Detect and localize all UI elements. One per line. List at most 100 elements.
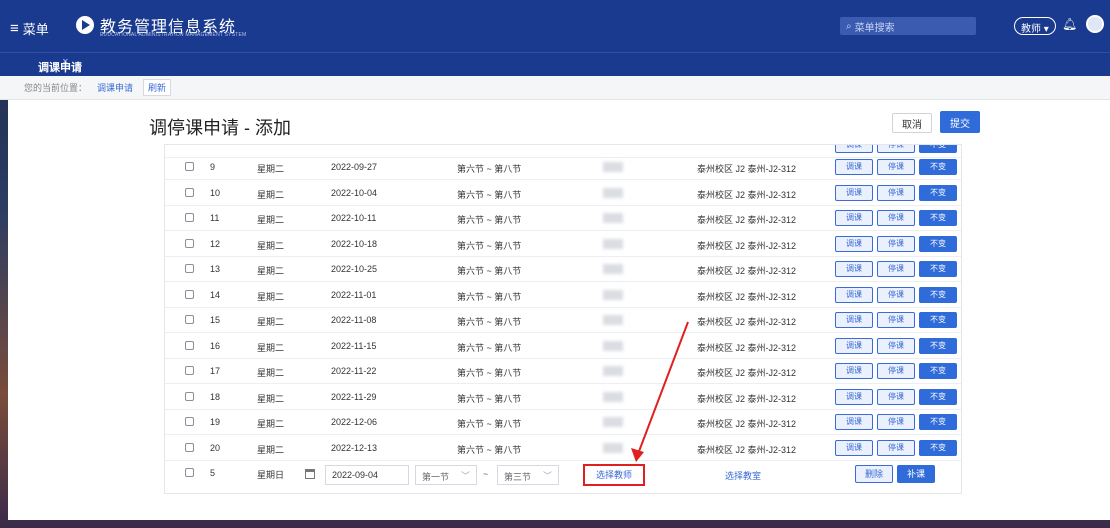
- cancel-button[interactable]: 取消: [892, 113, 932, 133]
- teacher-name-redacted: [603, 315, 623, 325]
- row-checkbox[interactable]: [185, 289, 194, 299]
- keep-button[interactable]: 不变: [919, 145, 957, 153]
- row-period: 第六节 ~ 第八节: [457, 291, 522, 302]
- row-room: 泰州校区 J2 泰州-J2-312: [697, 393, 797, 404]
- row-room: 泰州校区 J2 泰州-J2-312: [697, 368, 797, 378]
- keep-button[interactable]: 不变: [919, 337, 957, 354]
- row-weekday: 星期二: [257, 215, 285, 225]
- schedule-table[interactable]: 调课 停课 不变 5 星期日 2022-09-04 第一节 ﹀ ~ 第三节 ﹀ …: [164, 144, 962, 494]
- teacher-name-redacted: [603, 340, 623, 351]
- keep-button[interactable]: 不变: [919, 312, 957, 328]
- refresh-button[interactable]: 刷新: [143, 79, 172, 96]
- keep-button[interactable]: 不变: [919, 286, 957, 303]
- tab-close-icon[interactable]: ✕: [62, 57, 69, 66]
- stop-button[interactable]: 停课: [877, 145, 915, 153]
- row-period: 第六节 ~ 第八节: [457, 189, 522, 200]
- row-checkbox[interactable]: [185, 391, 194, 401]
- stop-button[interactable]: 停课: [877, 210, 915, 226]
- stop-button[interactable]: 停课: [877, 312, 915, 328]
- stop-button[interactable]: 停课: [877, 388, 915, 405]
- keep-button[interactable]: 不变: [919, 261, 957, 277]
- teacher-name-redacted: [603, 162, 623, 172]
- table-row: 17 星期二 2022-11-22 第六节 ~ 第八节 泰州校区 J2 泰州-J2-31…: [165, 359, 961, 384]
- makeup-class-button[interactable]: 补课: [897, 465, 935, 483]
- end-period-select[interactable]: 第三节 ﹀: [497, 465, 559, 485]
- keep-button[interactable]: 不变: [919, 184, 957, 201]
- row-weekday: 星期二: [257, 164, 285, 174]
- keep-button[interactable]: 不变: [919, 159, 957, 175]
- keep-button[interactable]: 不变: [919, 363, 957, 379]
- row-checkbox[interactable]: [185, 315, 194, 324]
- breadcrumb-current[interactable]: 调课申请: [97, 81, 133, 94]
- adjust-button[interactable]: 调课: [835, 184, 873, 201]
- adjust-button[interactable]: 调课: [835, 388, 873, 405]
- row-date: 2022-10-11: [331, 213, 377, 223]
- adjust-button[interactable]: 调课: [835, 210, 873, 226]
- row-checkbox[interactable]: [185, 366, 194, 375]
- stop-button[interactable]: 停课: [877, 159, 915, 175]
- keep-button[interactable]: 不变: [919, 414, 957, 430]
- select-teacher-link[interactable]: 选择教师: [583, 464, 645, 486]
- table-row: 19 星期二 2022-12-06 第六节 ~ 第八节 泰州校区 J2 泰州-J2-31…: [165, 410, 961, 435]
- row-room: 泰州校区 J2 泰州-J2-312: [697, 317, 797, 327]
- teacher-name-redacted: [603, 442, 623, 453]
- adjust-button[interactable]: 调课: [835, 414, 873, 430]
- row-checkbox[interactable]: [185, 162, 194, 171]
- stop-button[interactable]: 停课: [877, 414, 915, 430]
- stop-button[interactable]: 停课: [877, 261, 915, 277]
- start-period-select[interactable]: 第一节 ﹀: [415, 465, 477, 485]
- adjust-button[interactable]: 调课: [835, 145, 873, 153]
- teacher-name-redacted: [603, 238, 623, 249]
- teacher-name-redacted: [603, 391, 623, 402]
- row-room: 泰州校区 J2 泰州-J2-312: [697, 266, 797, 276]
- date-field[interactable]: 2022-09-04: [325, 465, 409, 485]
- keep-button[interactable]: 不变: [919, 235, 957, 252]
- avatar[interactable]: [1086, 15, 1104, 33]
- menu-button[interactable]: ≡ 菜单: [10, 19, 49, 38]
- stop-button[interactable]: 停课: [877, 439, 915, 456]
- row-checkbox[interactable]: [185, 468, 194, 477]
- adjust-button[interactable]: 调课: [835, 337, 873, 354]
- adjust-button[interactable]: 调课: [835, 159, 873, 175]
- row-period: 第六节 ~ 第八节: [457, 240, 522, 251]
- adjust-button[interactable]: 调课: [835, 286, 873, 303]
- row-checkbox[interactable]: [185, 213, 194, 222]
- stop-button[interactable]: 停课: [877, 337, 915, 354]
- row-checkbox[interactable]: [185, 417, 194, 426]
- table-row: 20 星期二 2022-12-13 第六节 ~ 第八节 泰州校区 J2 泰州-J2-31…: [165, 436, 961, 461]
- row-no: 19: [210, 417, 221, 427]
- adjust-button[interactable]: 调课: [835, 439, 873, 456]
- stop-button[interactable]: 停课: [877, 235, 915, 252]
- row-checkbox[interactable]: [185, 264, 194, 273]
- keep-button[interactable]: 不变: [919, 439, 957, 456]
- stop-button[interactable]: 停课: [877, 363, 915, 379]
- search-icon: ⌕: [846, 20, 852, 32]
- logo-play-icon: [76, 16, 94, 34]
- row-checkbox[interactable]: [185, 187, 194, 197]
- keep-button[interactable]: 不变: [919, 388, 957, 405]
- tab-adjust-course[interactable]: 调课申请: [30, 43, 88, 77]
- delete-button[interactable]: 删除: [855, 465, 893, 483]
- row-period: 第六节 ~ 第八节: [457, 215, 522, 225]
- adjust-button[interactable]: 调课: [835, 261, 873, 277]
- role-dropdown[interactable]: 教师 ▾: [1014, 17, 1056, 35]
- row-checkbox[interactable]: [185, 340, 194, 350]
- row-weekday: 星期二: [257, 393, 285, 404]
- keep-button[interactable]: 不变: [919, 210, 957, 226]
- adjust-button[interactable]: 调课: [835, 363, 873, 379]
- stop-button[interactable]: 停课: [877, 184, 915, 201]
- submit-button[interactable]: 提交: [940, 111, 980, 133]
- bell-icon[interactable]: 🔔︎: [1062, 17, 1077, 31]
- teacher-name-redacted: [603, 264, 623, 274]
- adjust-button[interactable]: 调课: [835, 312, 873, 328]
- row-checkbox[interactable]: [185, 238, 194, 248]
- calendar-icon[interactable]: [305, 469, 315, 479]
- row-room: 泰州校区 J2 泰州-J2-312: [697, 291, 797, 302]
- row-date: 2022-11-22: [331, 366, 377, 376]
- adjust-button[interactable]: 调课: [835, 235, 873, 252]
- menu-search-input[interactable]: ⌕ 菜单搜索: [840, 17, 976, 35]
- select-room-link[interactable]: 选择教室: [725, 469, 761, 482]
- stop-button[interactable]: 停课: [877, 286, 915, 303]
- row-weekday: 星期二: [257, 342, 285, 353]
- row-checkbox[interactable]: [185, 442, 194, 452]
